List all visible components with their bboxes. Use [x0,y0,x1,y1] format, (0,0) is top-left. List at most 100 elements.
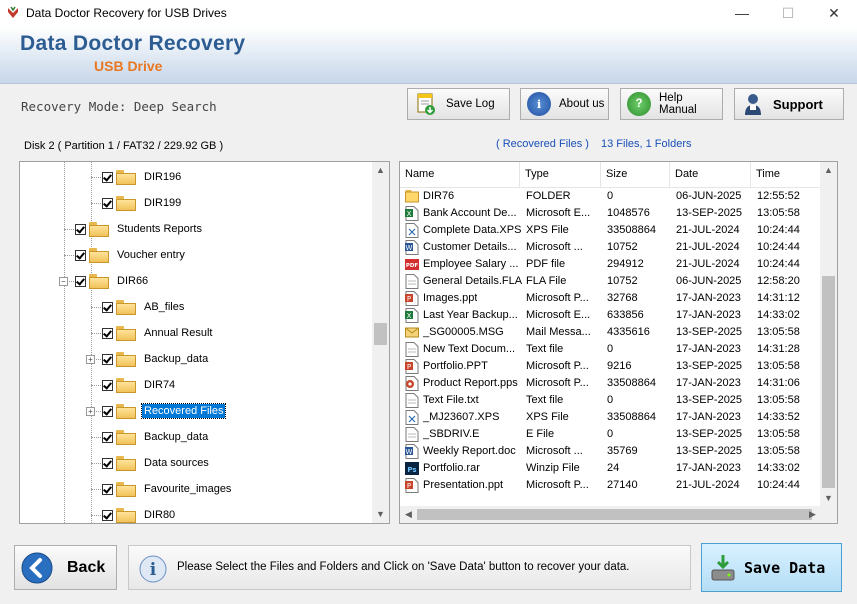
tree-item-label[interactable]: DIR80 [142,508,177,522]
close-button[interactable]: ✕ [811,0,857,27]
tree-item[interactable]: Favourite_images [102,479,233,499]
maximize-button[interactable]: ☐ [765,0,811,27]
tree-item-checkbox[interactable] [102,509,113,521]
save-data-button[interactable]: Save Data [701,543,842,592]
file-row[interactable]: Complete Data.XPS XPS File 33508864 21-JUL-… [400,222,821,239]
scroll-up-icon[interactable]: ▲ [820,162,837,179]
tree-item-checkbox[interactable] [102,483,113,495]
file-row[interactable]: DIR76 FOLDER 0 06-JUN-2025 12:55:52 [400,188,821,205]
file-vertical-scrollbar[interactable]: ▲ ▼ [820,162,837,507]
file-row[interactable]: Text File.txt Text file 0 13-SEP-2025 13:05:… [400,392,821,409]
help-manual-button[interactable]: ? Help Manual [620,88,723,120]
file-row[interactable]: X Bank Account De... Microsoft E... 1048576… [400,205,821,222]
tree-item[interactable]: DIR80 [102,505,177,523]
file-row[interactable]: PDF Employee Salary ... PDF file 294912 21-J… [400,256,821,273]
tree-item[interactable]: Data sources [102,453,211,473]
minimize-button[interactable]: — [719,0,765,27]
tree-item[interactable]: Annual Result [102,323,215,343]
file-row[interactable]: P Images.ppt Microsoft P... 32768 17-JAN-202… [400,290,821,307]
column-header-name[interactable]: Name [400,162,520,187]
file-row[interactable]: _MJ23607.XPS XPS File 33508864 17-JAN-2023 1… [400,409,821,426]
about-us-button[interactable]: i About us [520,88,609,120]
folder-icon [116,299,136,315]
support-button[interactable]: Support [734,88,844,120]
tree-item-label[interactable]: DIR196 [142,170,183,184]
tree-item-label[interactable]: DIR66 [115,274,150,288]
file-list[interactable]: Name Type Size Date Time DIR76 FOLDER 0 06-… [399,161,838,524]
tree-item-label[interactable]: Students Reports [115,222,204,236]
file-size-cell: 10752 [607,275,638,287]
tree-item[interactable]: Backup_data [102,349,210,369]
tree-item-label[interactable]: Backup_data [142,430,210,444]
file-row[interactable]: Ps Portfolio.rar Winzip File 24 17-JAN-2023 1… [400,460,821,477]
tree-item-label[interactable]: Annual Result [142,326,215,340]
tree-item-checkbox[interactable] [102,197,113,209]
tree-item-label[interactable]: Favourite_images [142,482,233,496]
tree-item-checkbox[interactable] [102,379,113,391]
tree-vertical-scrollbar[interactable]: ▲ ▼ [372,162,389,523]
tree-item[interactable]: Voucher entry [75,245,187,265]
tree-item-label[interactable]: Data sources [142,456,211,470]
back-button[interactable]: Back [14,545,117,590]
file-scroll-thumb[interactable] [822,276,835,488]
tree-item-checkbox[interactable] [102,353,113,365]
tree-item[interactable]: DIR196 [102,167,183,187]
column-header-type[interactable]: Type [520,162,601,187]
tree-item-label[interactable]: Voucher entry [115,248,187,262]
tree-item-checkbox[interactable] [102,171,113,183]
tree-item-checkbox[interactable] [102,457,113,469]
file-type-cell: Microsoft P... [526,360,589,372]
file-row[interactable]: P Presentation.ppt Microsoft P... 27140 21-J… [400,477,821,494]
tree-item-checkbox[interactable] [75,249,86,261]
tree-item-label[interactable]: DIR74 [142,378,177,392]
file-row[interactable]: P Portfolio.PPT Microsoft P... 9216 13-SEP-2… [400,358,821,375]
tree-item[interactable]: Backup_data [102,427,210,447]
tree-guide-line [64,162,65,523]
file-horizontal-scrollbar[interactable]: ◀ ▶ [400,506,821,523]
tree-item-checkbox[interactable] [102,301,113,313]
tree-item-checkbox[interactable] [75,223,86,235]
tree-item-checkbox[interactable] [102,327,113,339]
file-name-cell: Portfolio.rar [423,462,480,474]
tree-item-label[interactable]: Backup_data [142,352,210,366]
tree-scroll-thumb[interactable] [374,323,387,345]
tree-item-label[interactable]: AB_files [142,300,186,314]
tree-item-checkbox[interactable] [102,405,113,417]
file-row[interactable]: X Last Year Backup... Microsoft E... 633856… [400,307,821,324]
collapse-icon[interactable]: − [59,277,68,286]
tree-item-label[interactable]: DIR199 [142,196,183,210]
file-hscroll-thumb[interactable] [417,509,812,520]
scroll-right-icon[interactable]: ▶ [804,506,821,523]
file-row[interactable]: _SBDRIV.E E File 0 13-SEP-2025 13:05:58 [400,426,821,443]
file-row[interactable]: New Text Docum... Text file 0 17-JAN-2023 14… [400,341,821,358]
file-size-cell: 10752 [607,241,638,253]
tree-item[interactable]: AB_files [102,297,186,317]
file-row[interactable]: W Weekly Report.doc Microsoft ... 35769 13-S… [400,443,821,460]
column-header-size[interactable]: Size [601,162,670,187]
tree-item[interactable]: DIR74 [102,375,177,395]
file-row[interactable]: General Details.FLA FLA File 10752 06-JUN-2… [400,273,821,290]
scroll-left-icon[interactable]: ◀ [400,506,417,523]
tree-item[interactable]: DIR199 [102,193,183,213]
tree-item[interactable]: DIR66 [75,271,150,291]
ppt-file-icon: P [405,478,419,493]
file-row[interactable]: _SG00005.MSG Mail Messa... 4335616 13-SEP-2… [400,324,821,341]
column-header-date[interactable]: Date [670,162,751,187]
tree-item-checkbox[interactable] [102,431,113,443]
file-size-cell: 27140 [607,479,638,491]
tree-item-label[interactable]: Recovered Files [140,403,227,419]
expand-icon[interactable]: + [86,407,95,416]
scroll-down-icon[interactable]: ▼ [820,490,837,507]
scroll-down-icon[interactable]: ▼ [372,506,389,523]
tree-item-checkbox[interactable] [75,275,86,287]
file-row[interactable]: Product Report.pps Microsoft P... 33508864… [400,375,821,392]
scroll-up-icon[interactable]: ▲ [372,162,389,179]
expand-icon[interactable]: + [86,355,95,364]
save-log-button[interactable]: Save Log [407,88,510,120]
tree-item[interactable]: Recovered Files [102,401,227,421]
tree-item[interactable]: Students Reports [75,219,204,239]
file-row[interactable]: W Customer Details... Microsoft ... 10752 21… [400,239,821,256]
folder-tree[interactable]: − + + DIR196 DIR199 Students Reports Voucher … [19,161,390,524]
folder-icon [116,455,136,471]
column-header-time[interactable]: Time [751,162,821,187]
